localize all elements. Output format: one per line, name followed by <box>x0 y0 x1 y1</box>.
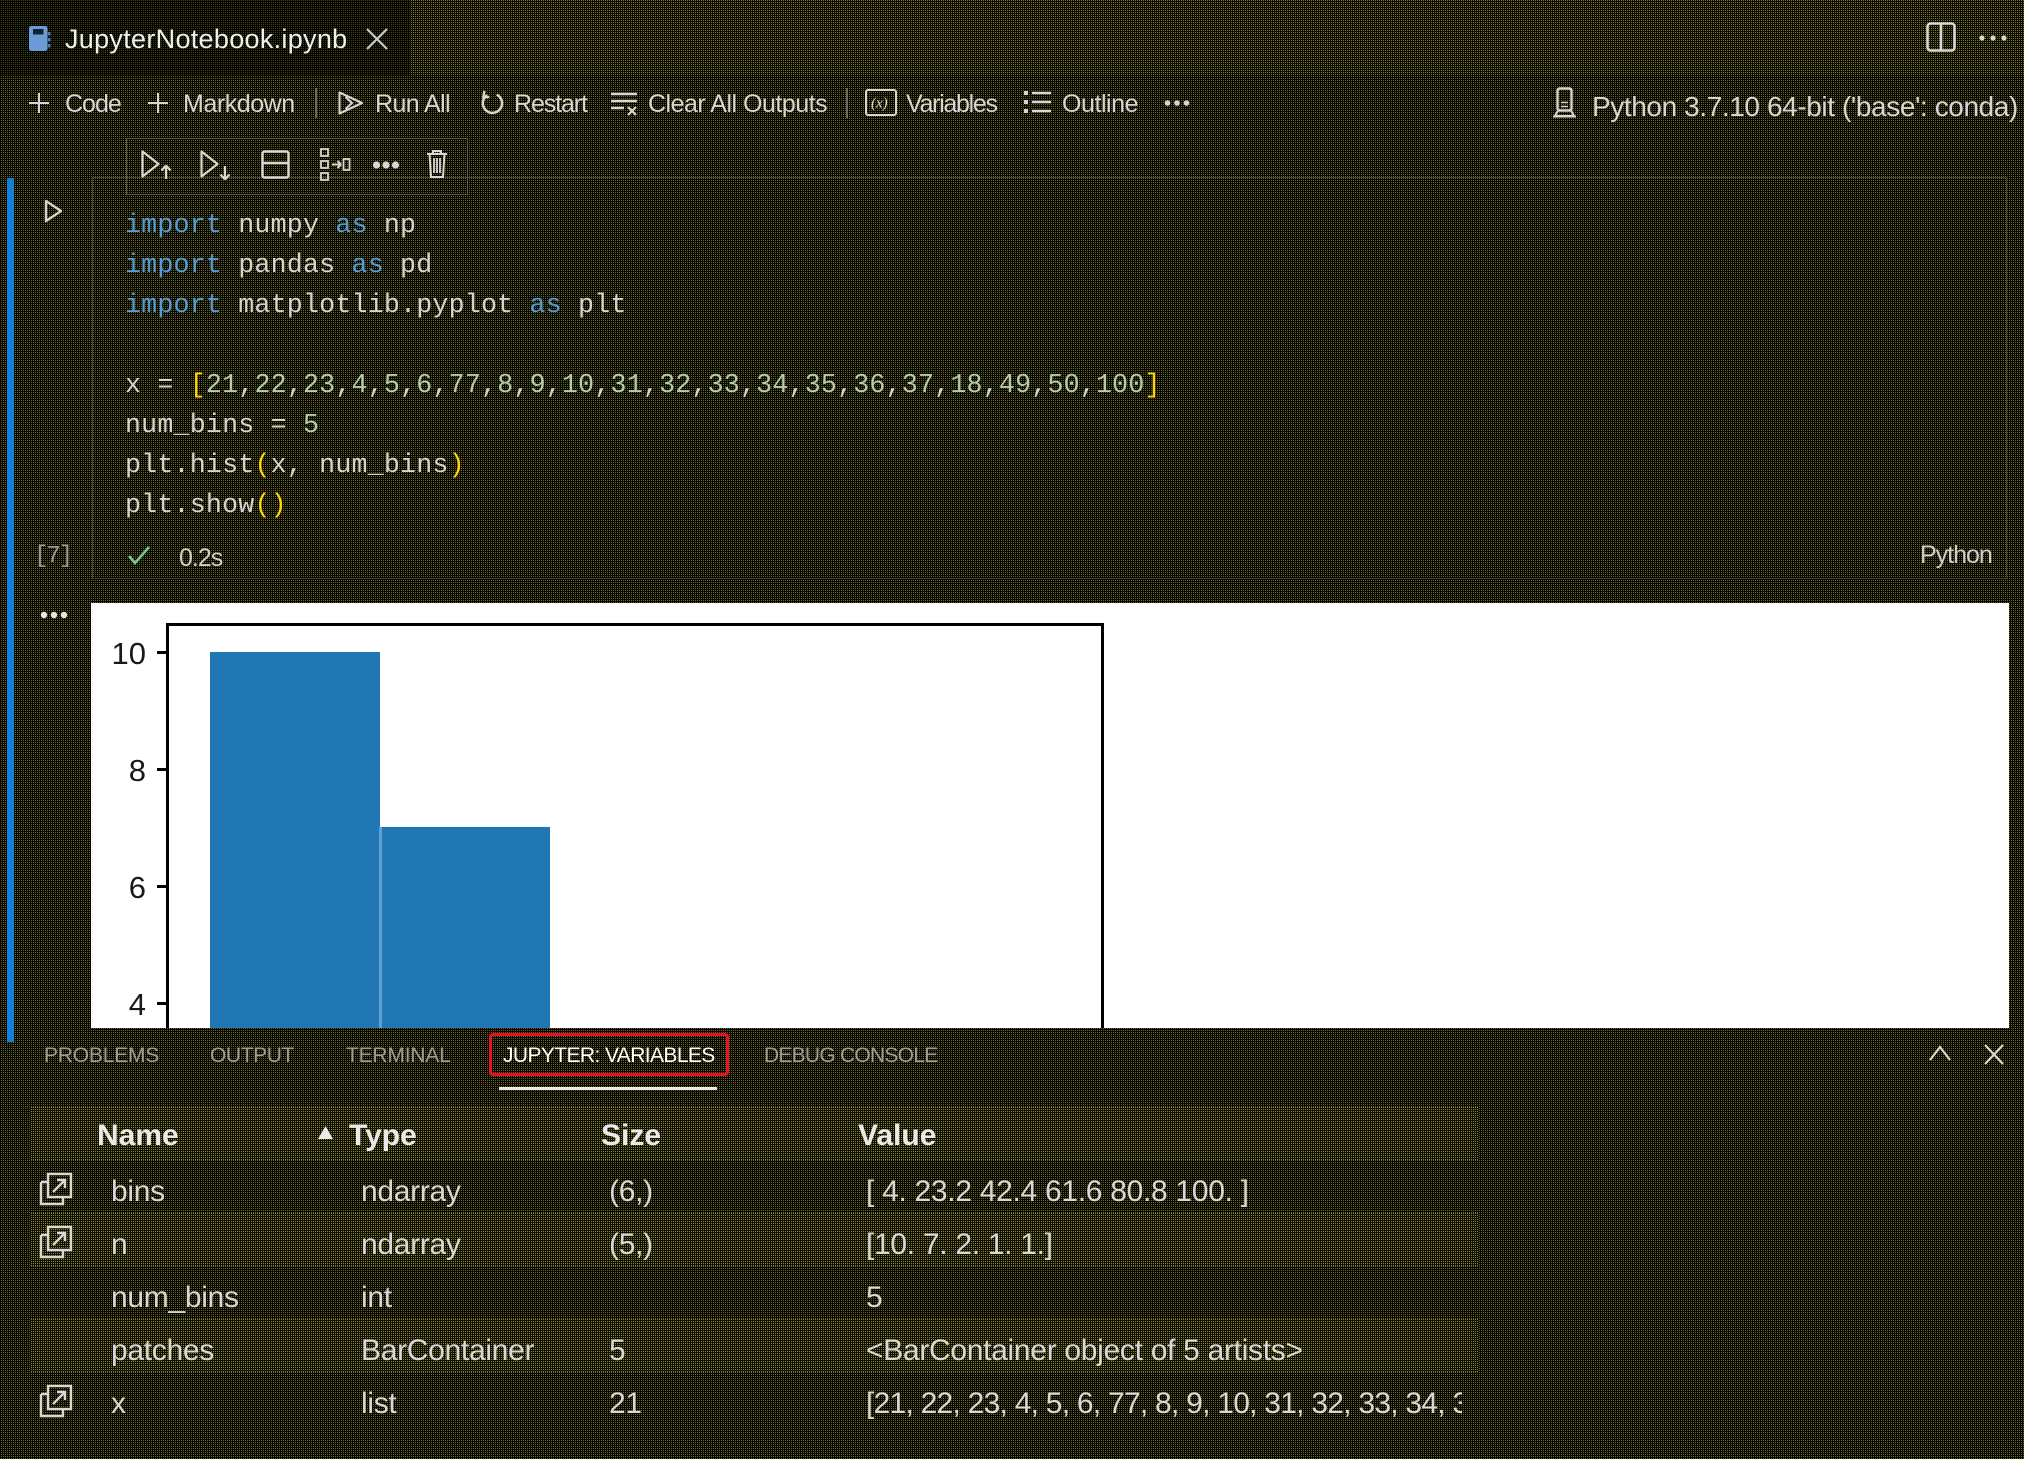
svg-text:(x): (x) <box>871 96 888 112</box>
